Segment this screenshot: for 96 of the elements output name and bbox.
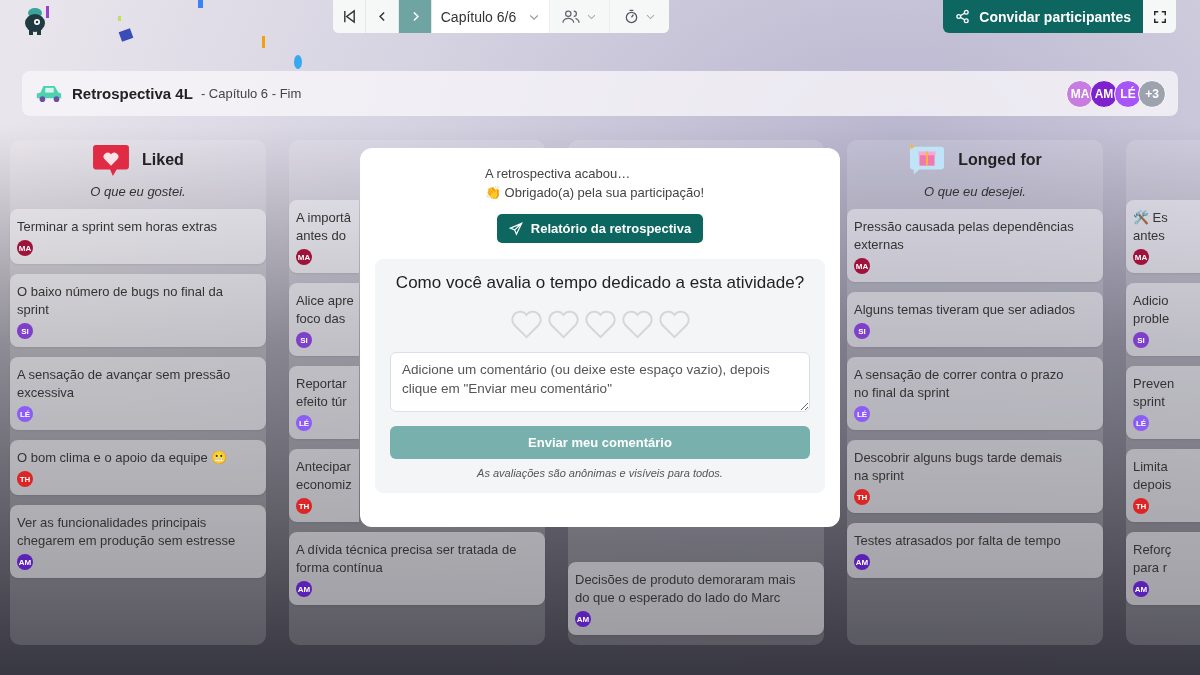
heart-rating-icon[interactable]: [619, 309, 655, 340]
mascot-logo-icon[interactable]: [22, 4, 52, 36]
participant-avatar[interactable]: AM: [1090, 79, 1118, 108]
card-text: A sensação de avançar sem pressão excessiva: [17, 366, 231, 402]
author-avatar: MA: [17, 240, 33, 256]
card-text: Reforç para r: [1133, 541, 1172, 577]
timer-icon: [623, 9, 639, 24]
card-text: Antecipar economiz: [296, 458, 352, 494]
fullscreen-button[interactable]: [1143, 0, 1176, 33]
card-text: O bom clima e o apoio da equipe 😬: [17, 449, 228, 467]
author-avatar: LÉ: [17, 406, 33, 422]
card-text: Alguns temas tiveram que ser adiados: [854, 301, 1076, 319]
author-avatar: TH: [296, 498, 312, 514]
author-avatar: LÉ: [854, 406, 870, 422]
heart-bubble-icon: [92, 143, 131, 177]
author-avatar: SI: [854, 323, 870, 339]
author-avatar: TH: [1133, 498, 1149, 514]
author-avatar: LÉ: [296, 415, 312, 431]
card-text: Adicio proble: [1133, 292, 1170, 328]
author-avatar: MA: [854, 258, 870, 274]
users-icon: [562, 9, 580, 24]
card-text: Limita depois: [1133, 458, 1172, 494]
card-text: Preven sprint: [1133, 375, 1175, 411]
author-avatar: TH: [17, 471, 33, 487]
author-avatar: LÉ: [1133, 415, 1149, 431]
note-card[interactable]: Preven sprint LÉ: [1126, 366, 1200, 439]
thanks-message: 👏 Obrigado(a) pela sua participação!: [485, 184, 705, 202]
note-card[interactable]: A importâ antes do MA: [289, 200, 359, 273]
note-card[interactable]: Reforç para r AM: [1126, 532, 1200, 605]
dropdown-button[interactable]: [609, 0, 669, 33]
author-avatar: AM: [296, 581, 312, 597]
anonymity-note: As avaliações são anônimas e visíveis para todos.: [477, 467, 723, 479]
note-card[interactable]: O bom clima e o apoio da equipe 😬 TH: [10, 440, 266, 495]
gift-bubble-icon: [908, 143, 947, 177]
chapter-dropdown[interactable]: Capítulo 6/6: [432, 0, 549, 33]
card-text: Decisões de produto demoraram mais do que o esperado do lado do Marc: [575, 571, 796, 607]
heart-rating-icon[interactable]: [508, 309, 544, 340]
note-card[interactable]: Descobrir alguns bugs tarde demais na sprint TH: [847, 440, 1103, 513]
card-text: Ver as funcionalidades principais chegarem em produção sem estresse: [17, 514, 236, 550]
note-card[interactable]: A dívida técnica precisa ser tratada de forma contínua AM: [289, 532, 545, 605]
board-subtitle: - Capítulo 6 - Fim: [200, 86, 302, 101]
note-card[interactable]: O baixo número de bugs no final da sprint SI: [10, 274, 266, 347]
card-text: A importâ antes do: [296, 209, 351, 245]
note-card[interactable]: Limita depois TH: [1126, 449, 1200, 522]
note-card[interactable]: Ver as funcionalidades principais chegarem em produção sem estresse AM: [10, 505, 266, 578]
card-text: 🛠 Es antes: [1133, 209, 1168, 245]
author-avatar: AM: [854, 554, 870, 570]
heart-rating-icon[interactable]: [656, 309, 692, 340]
send-icon: [508, 221, 523, 236]
column-subtitle: O que eu desejei.: [923, 184, 1027, 199]
card-text: Reportar efeito túr: [296, 375, 347, 411]
rating-question: Como você avalia o tempo dedicado a esta atividade?: [395, 273, 805, 293]
comment-field[interactable]: Adicione um comentário (ou deixe este espaço vazio), depois clique em "Enviar meu comentário": [390, 352, 810, 412]
nav-button[interactable]: [333, 0, 366, 33]
card-text: Terminar a sprint sem horas extras: [17, 218, 218, 236]
author-avatar: AM: [17, 554, 33, 570]
card-text: A dívida técnica precisa ser tratada de forma contínua: [296, 541, 517, 577]
note-card[interactable]: Decisões de produto demoraram mais do que o esperado do lado do Marc AM: [568, 562, 824, 635]
card-text: O baixo número de bugs no final da sprint: [17, 283, 223, 319]
note-card[interactable]: 🛠 Es antes MA: [1126, 200, 1200, 273]
card-text: Alice apre foco das: [296, 292, 354, 328]
end-message: A retrospectiva acabou…: [485, 165, 631, 183]
column-subtitle: O que eu gostei.: [89, 184, 187, 199]
note-card[interactable]: A sensação de correr contra o prazo no final da sprint LÉ: [847, 357, 1103, 430]
share-icon: [955, 9, 971, 24]
author-avatar: SI: [17, 323, 33, 339]
author-avatar: TH: [854, 489, 870, 505]
board-title: Retrospectiva 4L: [72, 85, 193, 102]
note-card[interactable]: Testes atrasados por falta de tempo AM: [847, 523, 1103, 578]
note-card[interactable]: Alguns temas tiveram que ser adiados SI: [847, 292, 1103, 347]
card-text: Descobrir alguns bugs tarde demais na sprint: [854, 449, 1063, 485]
note-card[interactable]: Terminar a sprint sem horas extras MA: [10, 209, 266, 264]
card-text: Pressão causada pelas dependências externas: [854, 218, 1074, 254]
note-card[interactable]: Alice apre foco das SI: [289, 283, 359, 356]
author-avatar: AM: [575, 611, 591, 627]
author-avatar: AM: [1133, 581, 1149, 597]
author-avatar: SI: [296, 332, 312, 348]
card-text: A sensação de correr contra o prazo no final da sprint: [854, 366, 1064, 402]
report-button[interactable]: Relatório da retrospectiva: [496, 214, 704, 243]
note-card[interactable]: Antecipar economiz TH: [289, 449, 359, 522]
fullscreen-icon: [1152, 9, 1167, 24]
note-card[interactable]: A sensação de avançar sem pressão excessiva LÉ: [10, 357, 266, 430]
column-title: Longed for: [958, 151, 1042, 169]
note-card[interactable]: Pressão causada pelas dependências externas MA: [847, 209, 1103, 282]
note-card[interactable]: Adicio proble SI: [1126, 283, 1200, 356]
heart-rating-icon[interactable]: [582, 309, 618, 340]
column-title: Liked: [142, 151, 184, 169]
invite-button[interactable]: Convidar participantes: [943, 0, 1143, 33]
skip-back-icon: [341, 9, 357, 24]
author-avatar: MA: [296, 249, 312, 265]
card-text: Testes atrasados por falta de tempo: [854, 532, 1061, 550]
heart-rating-icon[interactable]: [545, 309, 581, 340]
author-avatar: MA: [1133, 249, 1149, 265]
note-card[interactable]: Reportar efeito túr LÉ: [289, 366, 359, 439]
author-avatar: SI: [1133, 332, 1149, 348]
participant-avatar[interactable]: LÉ: [1114, 79, 1142, 108]
